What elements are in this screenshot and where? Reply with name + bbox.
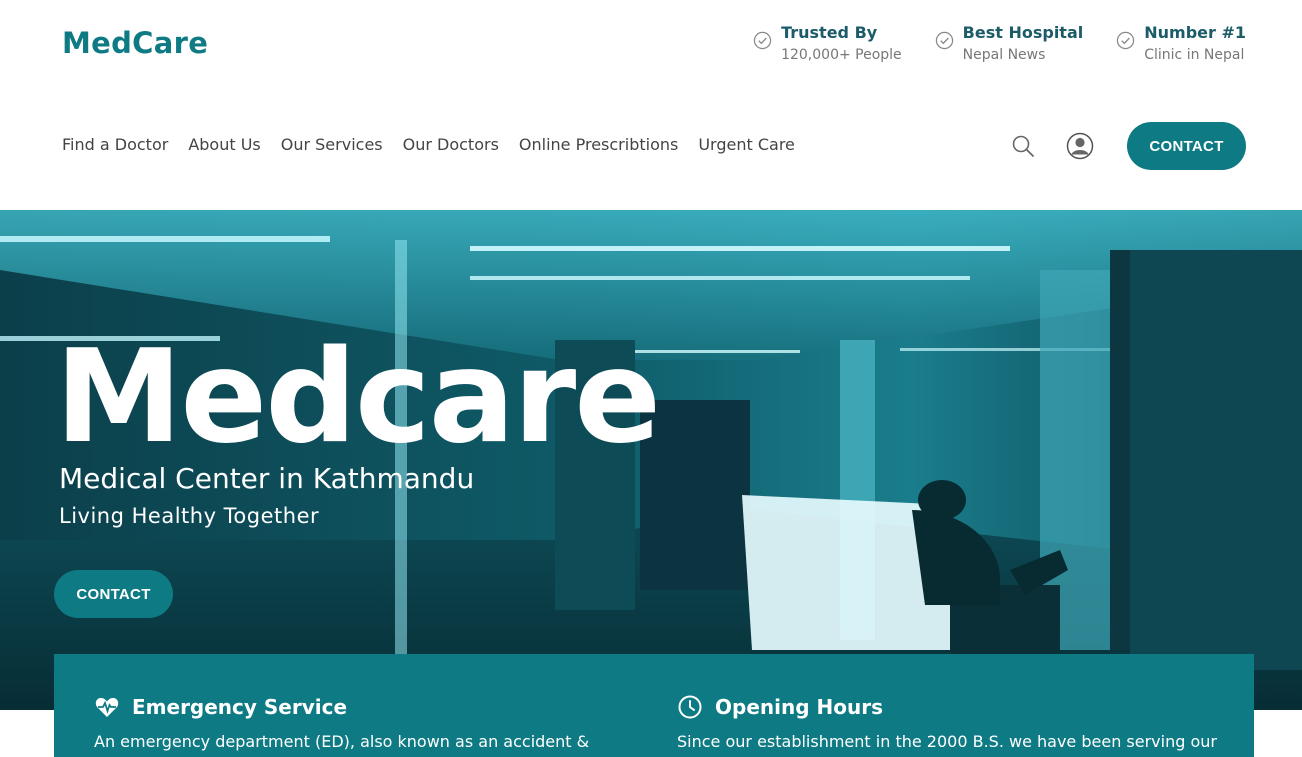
nav-online-prescriptions[interactable]: Online Prescribtions	[519, 133, 678, 157]
badge-number-one: Number #1 Clinic in Nepal	[1116, 22, 1246, 66]
clock-icon	[678, 695, 702, 719]
hero-tagline: Living Healthy Together	[59, 504, 320, 528]
hero-banner: Medcare Medical Center in Kathmandu Livi…	[0, 210, 1302, 710]
check-circle-icon	[1117, 31, 1135, 50]
nav-urgent-care[interactable]: Urgent Care	[698, 133, 795, 157]
check-circle-icon	[753, 31, 772, 50]
nav-our-doctors[interactable]: Our Doctors	[403, 133, 499, 157]
nav-about-us[interactable]: About Us	[188, 133, 260, 157]
badge-subtitle: Clinic in Nepal	[1144, 47, 1245, 63]
badge-best-hospital: Best Hospital Nepal News	[935, 22, 1084, 66]
contact-button[interactable]: CONTACT	[1127, 122, 1246, 170]
hero-title: Medcare	[55, 323, 661, 472]
badge-subtitle: 120,000+ People	[781, 47, 902, 63]
emergency-text: An emergency department (ED), also known…	[94, 732, 590, 751]
emergency-service-block: Emergency Service An emergency departmen…	[94, 694, 589, 751]
badge-subtitle: Nepal News	[962, 47, 1046, 63]
badge-title: Number #1	[1144, 23, 1246, 42]
search-icon[interactable]	[1010, 133, 1036, 159]
nav-find-doctor[interactable]: Find a Doctor	[62, 133, 168, 157]
trust-badges: Trusted By 120,000+ People Best Hospital…	[753, 22, 1246, 66]
hero-contact-button[interactable]: CONTACT	[54, 570, 173, 618]
hero-subtitle: Medical Center in Kathmandu	[59, 462, 475, 495]
emergency-title: Emergency Service	[132, 695, 348, 719]
opening-hours-block: Opening Hours Since our establishment in…	[677, 694, 1217, 751]
nav-our-services[interactable]: Our Services	[281, 133, 383, 157]
badge-title: Trusted By	[781, 23, 878, 42]
badge-trusted: Trusted By 120,000+ People	[753, 22, 902, 66]
opening-hours-text: Since our establishment in the 2000 B.S.…	[677, 732, 1217, 751]
info-panel: Emergency Service An emergency departmen…	[54, 654, 1254, 757]
check-circle-icon	[935, 31, 953, 50]
main-nav: Find a Doctor About Us Our Services Our …	[62, 133, 795, 157]
user-icon[interactable]	[1066, 132, 1094, 160]
heartbeat-icon	[95, 697, 119, 717]
badge-title: Best Hospital	[962, 23, 1084, 42]
site-logo[interactable]: MedCare	[62, 26, 208, 60]
opening-hours-title: Opening Hours	[715, 695, 883, 719]
